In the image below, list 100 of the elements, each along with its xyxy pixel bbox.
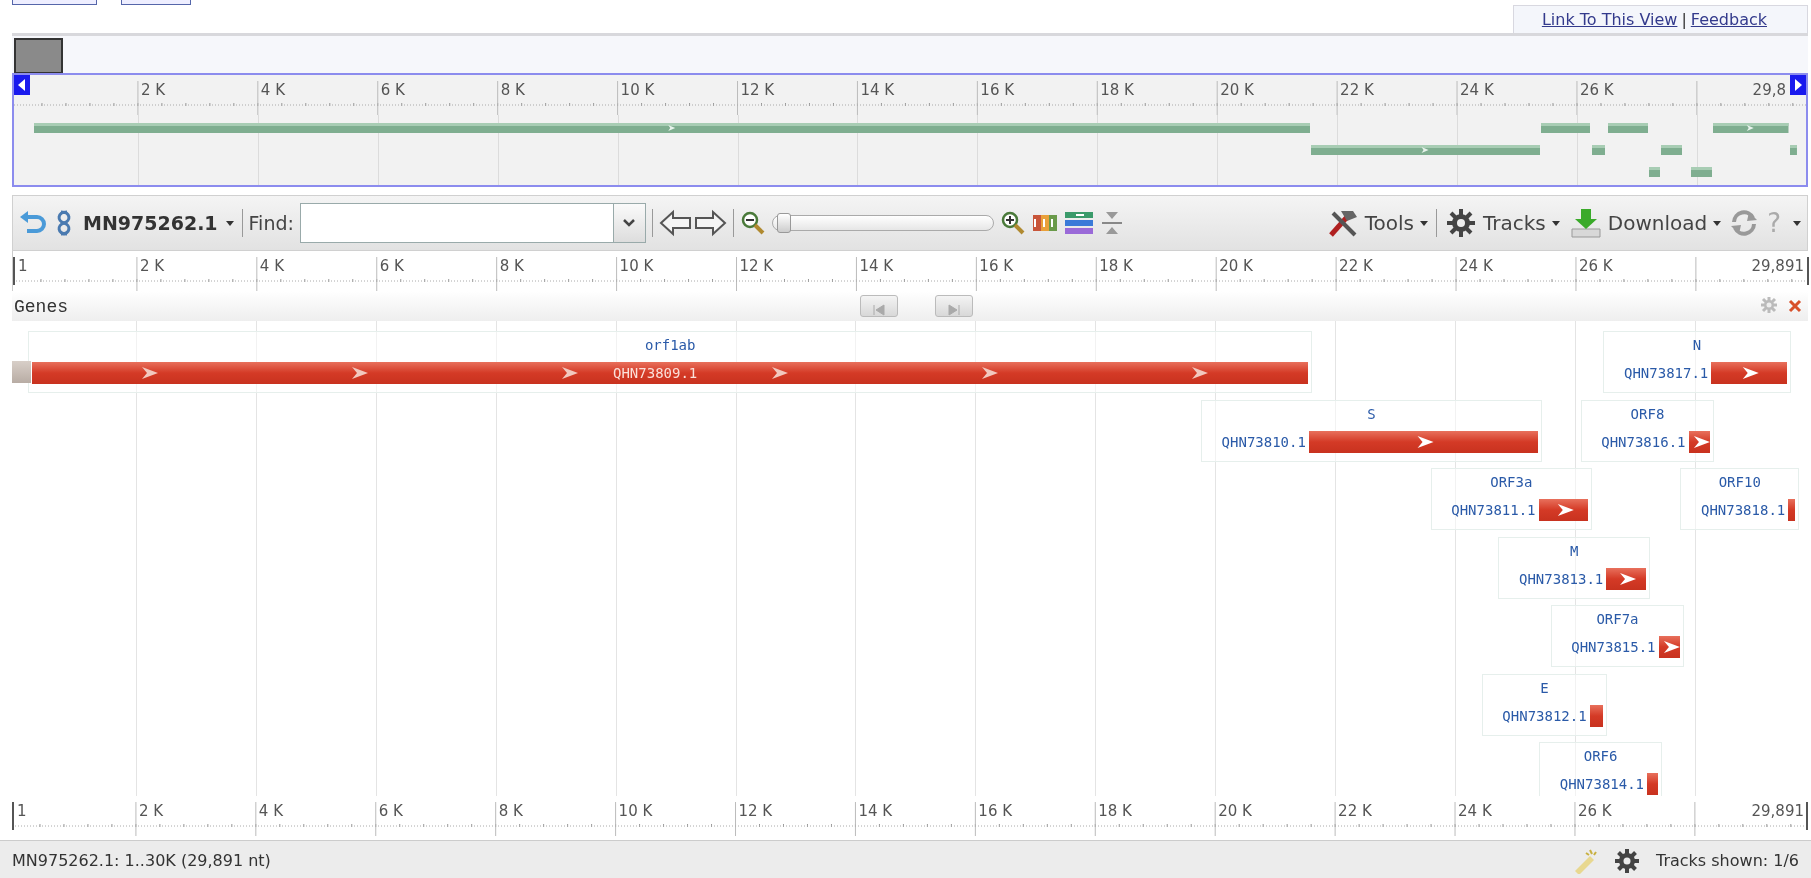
scroll-left-button[interactable] [14,75,30,95]
gene-bar[interactable] [1606,567,1647,590]
ruler-label: 2 K [140,81,166,99]
gene-bar[interactable] [1711,362,1787,384]
left-arrow-icon[interactable] [658,209,693,237]
ruler-label: 12 K [739,257,774,275]
gene-name[interactable]: E [1540,678,1549,697]
overview-gene-bar [1690,167,1713,177]
page-tab[interactable] [121,0,191,5]
gene-name[interactable]: orf1ab [644,336,696,354]
caret-icon [623,219,636,227]
ruler-label: 6 K [379,257,404,275]
protein-label[interactable]: QHN73816.1 [1601,432,1686,451]
ruler-label: 26 K [1579,81,1614,99]
ruler-label: 10 K [620,81,655,99]
sequence-dropdown[interactable]: MN975262.1 [81,208,236,238]
ruler-label: 22 K [1340,81,1374,99]
ruler-label: 20 K [1218,802,1252,820]
ruler-label: 26 K [1577,802,1612,820]
gene-name[interactable]: S [1367,404,1376,423]
overview-gene-bar [1790,145,1798,155]
ruler-label: 4 K [259,257,284,275]
tracks-menu-button[interactable]: Tracks [1443,207,1562,239]
track-colors-icon[interactable] [1063,210,1094,236]
ruler-label: 18 K [1100,81,1134,99]
protein-label[interactable]: QHN73810.1 [1221,432,1306,451]
zoom-slider[interactable] [771,215,994,231]
page-tab[interactable] [12,0,97,5]
caret-icon[interactable] [1793,220,1801,226]
ruler-label: 18 K [1099,257,1133,275]
link[interactable]: Feedback [1690,10,1767,29]
ruler-label: 8 K [500,81,525,99]
download-icon [1569,207,1602,239]
overview-gene-bar [1649,167,1661,177]
ruler-label: 10 K [618,802,653,820]
collapse-icon[interactable] [1099,210,1124,236]
back-icon[interactable] [19,211,47,235]
ruler-label: 12 K [738,802,773,820]
ruler-label: 20 K [1219,257,1253,275]
ruler-label: 24 K [1460,81,1494,99]
zoom-out-icon[interactable] [739,210,766,236]
gene-bar[interactable] [1788,499,1796,521]
gene-bar[interactable] [1688,430,1711,453]
dropdown-button[interactable] [613,203,646,243]
viewport-thumbnail[interactable] [14,38,63,74]
ruler-label: 1 [18,257,28,275]
gene-bar[interactable] [1538,499,1589,521]
gene-bar[interactable] [31,362,1309,384]
protein-label[interactable]: QHN73815.1 [1571,638,1656,656]
protein-label[interactable]: QHN73811.1 [1451,501,1536,519]
download-menu-button[interactable]: Download [1567,207,1724,239]
tools-menu-button[interactable]: Tools [1324,207,1430,239]
ruler-label: 18 K [1098,802,1132,820]
gear-icon[interactable] [1614,847,1640,874]
protein-label[interactable]: QHN73814.1 [1559,775,1645,793]
right-arrow-icon[interactable] [692,209,727,237]
close-icon[interactable] [1788,299,1802,313]
gene-name[interactable]: ORF8 [1630,404,1665,423]
protein-label[interactable]: QHN73812.1 [1502,706,1587,725]
ruler-label: 14 K [860,81,895,99]
ruler-label: 29,891 [1751,802,1804,820]
ruler-label: 14 K [858,802,893,820]
find-field[interactable] [299,203,614,243]
slider-thumb[interactable] [777,213,792,233]
gene-name[interactable]: N [1692,336,1702,354]
zoom-in-icon[interactable] [999,210,1026,236]
ruler-label: 24 K [1459,257,1493,275]
ruler-label: 8 K [499,257,524,275]
ruler-label: 26 K [1578,257,1613,275]
ruler-label: 12 K [740,81,775,99]
ruler-label: 6 K [378,802,403,820]
tracks-shown-text: Tracks shown: 1/6 [1656,849,1799,872]
gene-bar[interactable] [1658,636,1681,658]
previous-icon [872,303,886,316]
protein-label[interactable]: QHN73818.1 [1700,501,1786,519]
gene-name[interactable]: M [1570,541,1579,560]
ruler-label: 4 K [260,81,285,99]
ruler-label: 6 K [380,81,405,99]
ruler-label: 1 [17,802,27,820]
gene-name[interactable]: ORF3a [1490,473,1533,491]
gene-bar[interactable] [1647,773,1659,795]
protein-label[interactable]: QHN73809.1 [613,364,698,382]
protein-label[interactable]: QHN73817.1 [1624,364,1709,382]
ruler-label: 2 K [139,257,165,275]
untranslated-region [12,361,31,383]
ruler-label: 16 K [980,81,1015,99]
find-label: Find: [248,210,294,236]
gene-name[interactable]: ORF7a [1596,610,1639,628]
gene-name[interactable]: ORF10 [1718,473,1761,491]
protein-label[interactable]: QHN73813.1 [1519,569,1604,588]
next-icon [947,303,961,316]
separator-text: | [1681,10,1687,29]
scroll-right-button[interactable] [1790,75,1806,95]
ruler-label: 22 K [1338,802,1372,820]
ruler-label: 2 K [138,802,164,820]
gene-name[interactable]: ORF6 [1583,747,1618,765]
link[interactable]: Link To This View [1541,10,1678,29]
gene-bar[interactable] [1308,430,1538,453]
ruler-label: 8 K [498,802,523,820]
gene-bar[interactable] [1589,704,1604,727]
